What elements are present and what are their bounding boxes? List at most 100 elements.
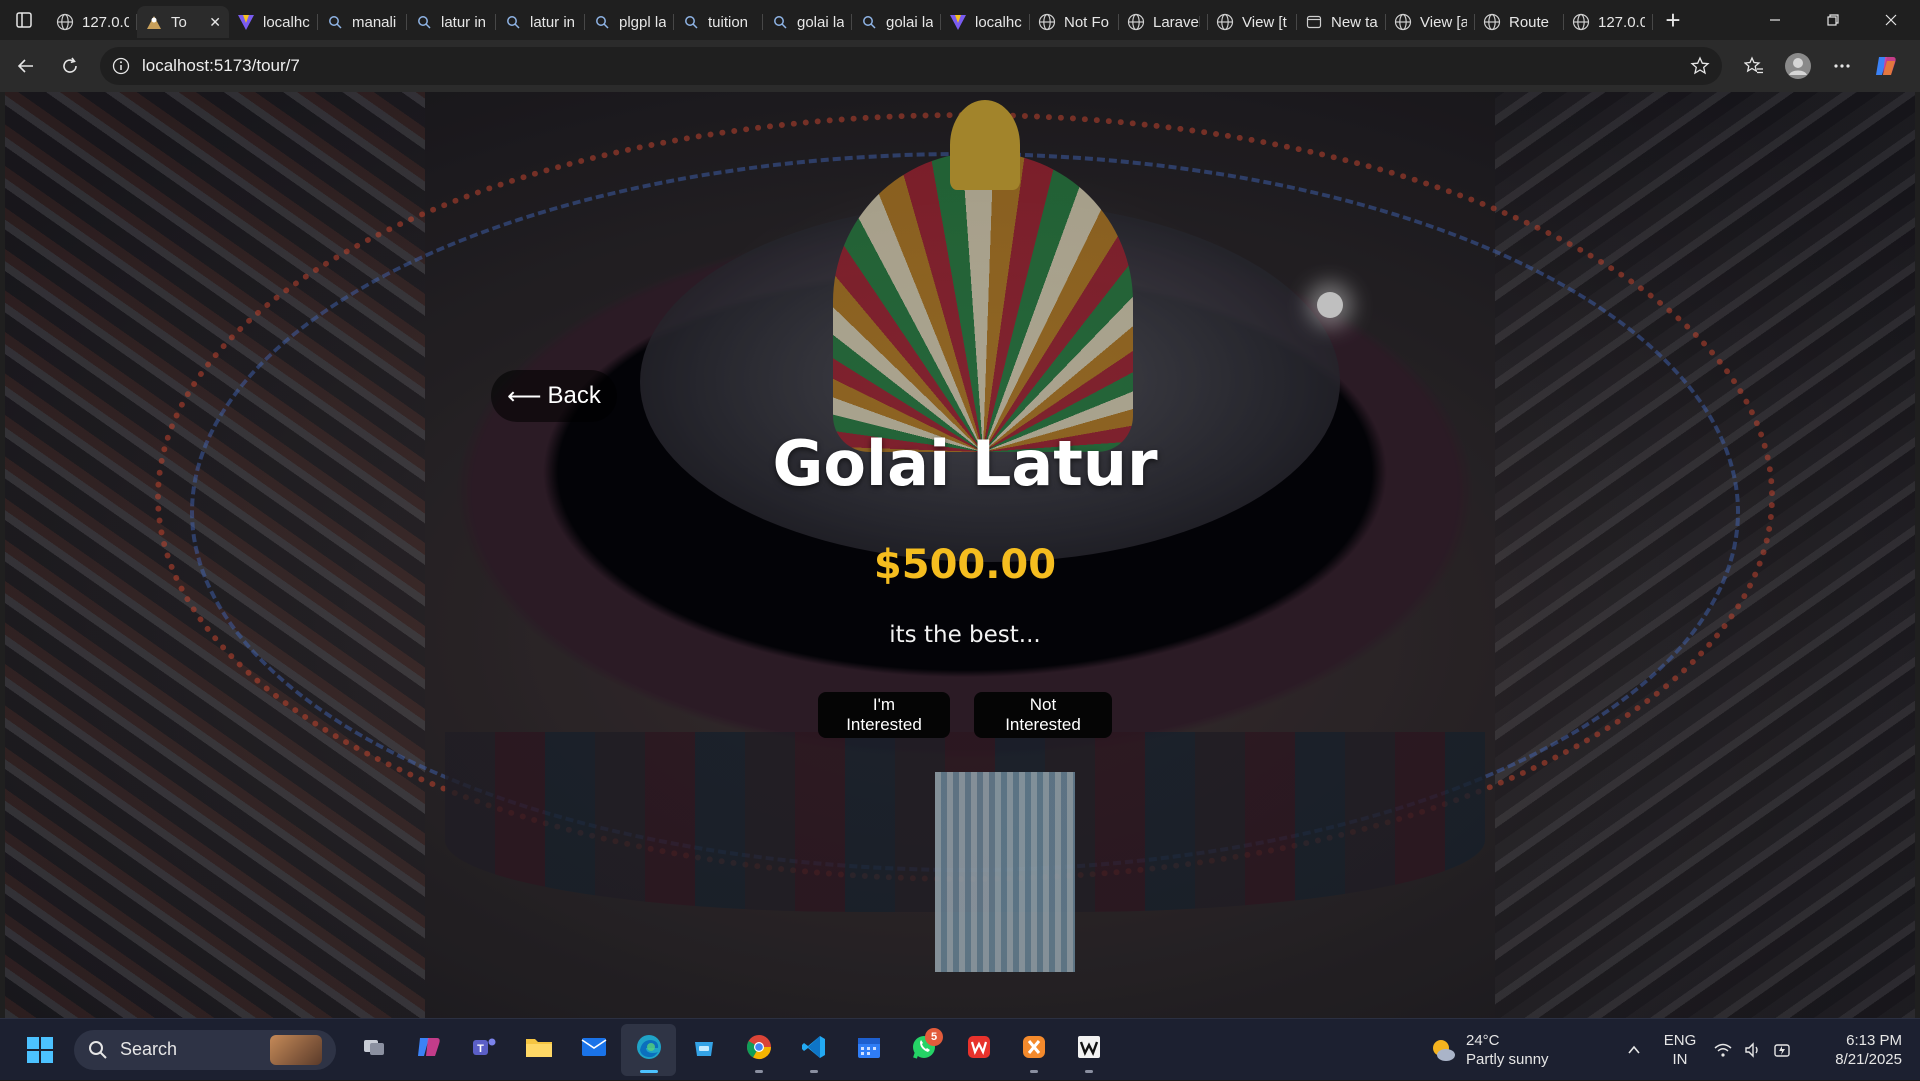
tab[interactable]: 127.0.0 bbox=[48, 6, 137, 38]
tab-active[interactable]: To ✕ bbox=[137, 6, 229, 38]
tab[interactable]: localhc bbox=[941, 6, 1030, 38]
chrome-app[interactable] bbox=[731, 1024, 786, 1076]
copilot-button[interactable] bbox=[1864, 48, 1908, 84]
calendar-icon bbox=[855, 1033, 883, 1066]
battery-button[interactable] bbox=[1768, 1019, 1798, 1081]
tab[interactable]: localhc bbox=[229, 6, 318, 38]
tab-actions-button[interactable] bbox=[0, 0, 48, 40]
volume-button[interactable] bbox=[1738, 1019, 1768, 1081]
profile-button[interactable] bbox=[1776, 48, 1820, 84]
tab[interactable]: tuition bbox=[674, 6, 763, 38]
wps-office-app[interactable] bbox=[951, 1024, 1006, 1076]
tab-close-icon[interactable]: ✕ bbox=[209, 15, 221, 29]
teams-app[interactable]: T bbox=[456, 1024, 511, 1076]
partly-sunny-icon bbox=[1433, 1040, 1455, 1061]
minimize-button[interactable] bbox=[1746, 0, 1804, 40]
tab[interactable]: New ta bbox=[1297, 6, 1386, 38]
url-text[interactable]: localhost:5173/tour/7 bbox=[142, 56, 300, 76]
vscode-app[interactable] bbox=[786, 1024, 841, 1076]
search-icon bbox=[682, 13, 700, 31]
tab-title: localhc bbox=[975, 13, 1022, 31]
page-viewport: ⟵ Back Golai Latur $500.00 its the best.… bbox=[0, 92, 1920, 1018]
battery-charging-icon bbox=[1774, 1044, 1790, 1057]
globe-icon bbox=[1483, 13, 1501, 31]
restore-button[interactable] bbox=[1804, 0, 1862, 40]
new-tab-button[interactable]: + bbox=[1653, 0, 1693, 40]
settings-more-button[interactable] bbox=[1820, 48, 1864, 84]
profile-avatar-icon bbox=[1785, 53, 1811, 79]
search-label: Search bbox=[120, 1039, 178, 1059]
tab[interactable]: golai la bbox=[763, 6, 852, 38]
search-icon bbox=[504, 13, 522, 31]
toolbar-actions bbox=[1732, 48, 1908, 84]
teams-icon: T bbox=[470, 1033, 498, 1066]
system-tray: ENG IN 6:13 PM 8/21/2025 bbox=[1616, 1019, 1920, 1081]
chrome-icon bbox=[745, 1033, 773, 1066]
tab[interactable]: latur in bbox=[407, 6, 496, 38]
wondershare-app[interactable] bbox=[1061, 1024, 1116, 1076]
tab-title: golai la bbox=[797, 13, 844, 31]
language-indicator[interactable]: ENG IN bbox=[1652, 1019, 1708, 1081]
tab-title: 127.0.0 bbox=[1598, 13, 1645, 31]
clock[interactable]: 6:13 PM 8/21/2025 bbox=[1812, 1031, 1902, 1069]
browser-toolbar: localhost:5173/tour/7 bbox=[0, 40, 1920, 92]
vscode-icon bbox=[800, 1033, 828, 1066]
tab[interactable]: 127.0.0 bbox=[1564, 6, 1653, 38]
tab[interactable]: Route bbox=[1475, 6, 1564, 38]
running-indicator bbox=[1084, 1069, 1093, 1073]
tab[interactable]: View [t bbox=[1208, 6, 1297, 38]
tab[interactable]: golai la bbox=[852, 6, 941, 38]
mail-app[interactable] bbox=[566, 1024, 621, 1076]
task-view-icon bbox=[361, 1034, 387, 1065]
site-favicon-icon bbox=[145, 13, 163, 31]
tab-title: 127.0.0 bbox=[82, 13, 129, 31]
wifi-icon bbox=[1714, 1043, 1732, 1057]
window-controls bbox=[1746, 0, 1920, 40]
favorites-button[interactable] bbox=[1732, 48, 1776, 84]
tab[interactable]: View [a bbox=[1386, 6, 1475, 38]
whatsapp-app[interactable]: 5 bbox=[896, 1024, 951, 1076]
close-window-button[interactable] bbox=[1862, 0, 1920, 40]
pinned-apps: T5 bbox=[346, 1023, 1116, 1076]
file-explorer-app[interactable] bbox=[511, 1024, 566, 1076]
microsoft-store-app[interactable] bbox=[676, 1024, 731, 1076]
interested-button[interactable]: I'm Interested bbox=[818, 692, 950, 738]
tab-title: New ta bbox=[1331, 13, 1378, 31]
wifi-button[interactable] bbox=[1708, 1019, 1738, 1081]
refresh-button[interactable] bbox=[48, 48, 92, 84]
address-bar[interactable]: localhost:5173/tour/7 bbox=[100, 47, 1722, 85]
tab-actions-icon bbox=[16, 12, 32, 28]
show-hidden-icons-button[interactable] bbox=[1616, 1019, 1652, 1081]
back-nav-button[interactable] bbox=[4, 48, 48, 84]
tab[interactable]: Laravel bbox=[1119, 6, 1208, 38]
tour-title: Golai Latur bbox=[772, 427, 1158, 500]
edge-app[interactable] bbox=[621, 1023, 676, 1076]
start-button[interactable] bbox=[14, 1024, 66, 1076]
clock-date: 8/21/2025 bbox=[1835, 1051, 1902, 1068]
tab-title: View [t bbox=[1242, 13, 1287, 31]
task-view-app[interactable] bbox=[346, 1024, 401, 1076]
tab-title: View [a bbox=[1420, 13, 1467, 31]
site-info-icon[interactable] bbox=[112, 57, 130, 75]
tab[interactable]: Not Fo bbox=[1030, 6, 1119, 38]
copilot-icon bbox=[415, 1033, 443, 1066]
clock-time: 6:13 PM bbox=[1846, 1032, 1902, 1049]
not-interested-button[interactable]: Not Interested bbox=[974, 692, 1112, 738]
tab[interactable]: manali bbox=[318, 6, 407, 38]
favorite-star-icon[interactable] bbox=[1690, 56, 1710, 76]
weather-widget[interactable]: 24°C Partly sunny bbox=[1428, 1019, 1549, 1081]
back-button[interactable]: ⟵ Back bbox=[491, 370, 617, 422]
arrow-left-icon: ⟵ bbox=[507, 382, 542, 410]
taskbar-search[interactable]: Search bbox=[74, 1029, 336, 1070]
close-icon bbox=[1885, 14, 1897, 26]
browser-tab-strip: 127.0.0 To ✕ localhc manali latur in latur in p… bbox=[0, 0, 1920, 40]
xampp-app[interactable] bbox=[1006, 1024, 1061, 1076]
copilot-app[interactable] bbox=[401, 1024, 456, 1076]
tab[interactable]: plgpl la bbox=[585, 6, 674, 38]
calendar-app[interactable] bbox=[841, 1024, 896, 1076]
globe-icon bbox=[1394, 13, 1412, 31]
weather-condition: Partly sunny bbox=[1466, 1051, 1549, 1068]
globe-icon bbox=[56, 13, 74, 31]
tab[interactable]: latur in bbox=[496, 6, 585, 38]
interest-actions: I'm Interested Not Interested bbox=[5, 692, 1915, 738]
